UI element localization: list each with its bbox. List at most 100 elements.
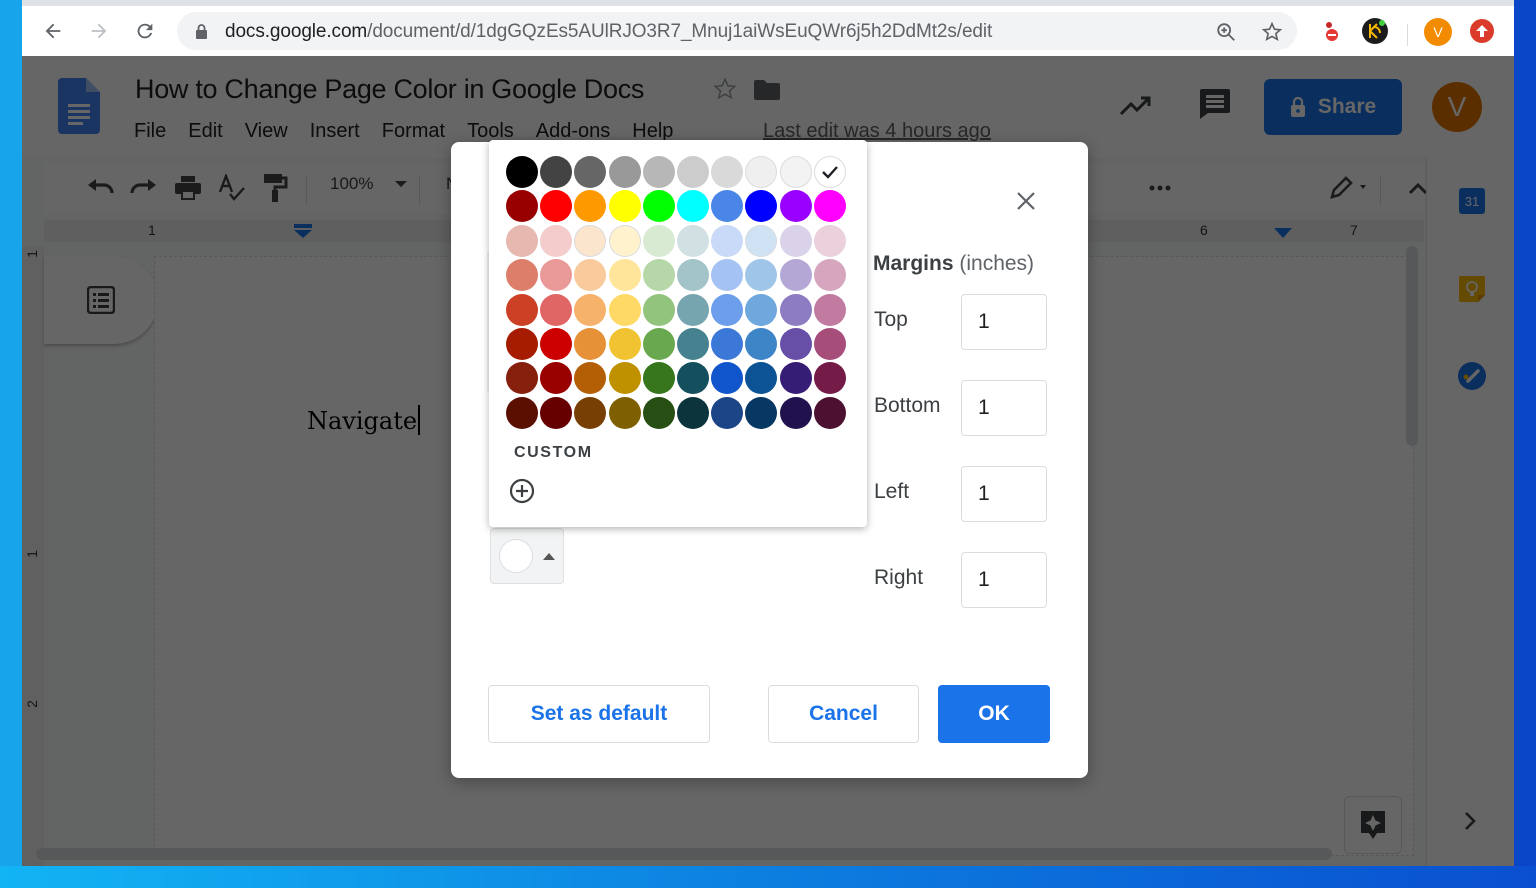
color-swatch[interactable] [540,259,573,292]
color-swatch[interactable] [506,327,538,360]
color-swatch[interactable] [813,396,846,429]
color-swatch[interactable] [574,327,607,360]
color-swatch[interactable] [711,327,744,360]
color-swatch[interactable] [779,327,812,360]
color-swatch[interactable] [608,396,641,429]
color-swatch[interactable] [813,327,846,360]
color-swatch[interactable] [574,362,607,395]
color-swatch[interactable] [574,224,607,257]
margin-bottom-input[interactable] [961,380,1047,436]
set-as-default-button[interactable]: Set as default [488,685,710,743]
color-swatch[interactable] [608,259,641,292]
update-button[interactable] [1470,19,1494,43]
cancel-button[interactable]: Cancel [768,685,919,743]
color-swatch[interactable] [711,224,744,257]
color-swatch[interactable] [506,259,538,292]
color-swatch[interactable] [642,396,675,429]
back-button[interactable] [40,18,66,44]
color-swatch[interactable] [779,190,812,223]
color-swatch[interactable] [608,190,641,223]
color-swatch[interactable] [745,224,778,257]
color-swatch[interactable] [574,259,607,292]
color-swatch[interactable] [574,190,607,223]
color-swatch[interactable] [676,362,709,395]
color-swatch[interactable] [506,156,538,188]
page-color-picker-button[interactable] [490,528,564,584]
color-swatch[interactable] [574,293,607,326]
color-swatch[interactable] [676,327,709,360]
profile-avatar[interactable]: V [1424,18,1452,46]
color-swatch[interactable] [813,224,846,257]
color-swatch[interactable] [540,293,573,326]
color-swatch[interactable] [540,190,573,223]
color-swatch[interactable] [642,224,675,257]
color-swatch[interactable] [642,156,675,188]
color-swatch[interactable] [506,293,538,326]
color-swatch[interactable] [574,156,607,188]
keeper-extension-button[interactable] [1362,18,1388,44]
color-swatch[interactable] [813,259,846,292]
color-swatch[interactable] [745,259,778,292]
color-swatch[interactable] [745,156,778,188]
color-swatch[interactable] [779,156,812,188]
color-swatch[interactable] [642,362,675,395]
color-swatch[interactable] [745,190,778,223]
color-swatch[interactable] [642,190,675,223]
color-swatch[interactable] [813,190,846,223]
color-swatch[interactable] [608,156,641,188]
color-swatch[interactable] [676,156,709,188]
color-swatch[interactable] [540,327,573,360]
margin-top-input[interactable] [961,294,1047,350]
color-swatch[interactable] [506,396,538,429]
color-swatch[interactable] [745,327,778,360]
color-swatch[interactable] [711,362,744,395]
color-swatch[interactable] [745,396,778,429]
forward-button[interactable] [86,18,112,44]
color-swatch[interactable] [779,362,812,395]
color-swatch[interactable] [676,259,709,292]
zoom-indicator-button[interactable] [1214,20,1238,44]
bookmark-button[interactable] [1260,20,1284,44]
color-swatch[interactable] [608,293,641,326]
color-swatch[interactable] [540,362,573,395]
color-swatch[interactable] [506,224,538,257]
color-swatch[interactable] [813,156,846,188]
color-swatch[interactable] [642,259,675,292]
margin-left-input[interactable] [961,466,1047,522]
color-swatch[interactable] [540,156,573,188]
color-swatch[interactable] [745,293,778,326]
ok-button[interactable]: OK [938,685,1050,743]
color-swatch[interactable] [676,224,709,257]
color-swatch[interactable] [540,396,573,429]
color-swatch[interactable] [711,190,744,223]
color-swatch[interactable] [540,224,573,257]
color-swatch[interactable] [574,396,607,429]
margin-right-input[interactable] [961,552,1047,608]
color-swatch[interactable] [676,396,709,429]
color-swatch[interactable] [642,327,675,360]
color-swatch[interactable] [506,362,538,395]
color-swatch[interactable] [779,396,812,429]
add-custom-color-icon[interactable] [509,478,535,504]
address-bar[interactable]: docs.google.com/document/d/1dgGQzEs5AUlR… [177,12,1297,50]
color-swatch[interactable] [711,156,744,188]
color-swatch[interactable] [608,362,641,395]
close-button[interactable] [1011,186,1041,216]
color-swatch[interactable] [813,293,846,326]
color-swatch[interactable] [779,259,812,292]
color-swatch[interactable] [711,396,744,429]
color-swatch[interactable] [506,190,538,223]
color-swatch[interactable] [745,362,778,395]
color-swatch[interactable] [813,362,846,395]
color-swatch[interactable] [779,224,812,257]
color-swatch[interactable] [676,293,709,326]
color-swatch[interactable] [676,190,709,223]
color-swatch[interactable] [608,327,641,360]
color-swatch[interactable] [608,224,641,257]
color-swatch[interactable] [642,293,675,326]
reload-button[interactable] [132,18,158,44]
color-swatch[interactable] [711,259,744,292]
extension-button[interactable] [1319,18,1345,44]
color-swatch[interactable] [711,293,744,326]
color-swatch[interactable] [779,293,812,326]
